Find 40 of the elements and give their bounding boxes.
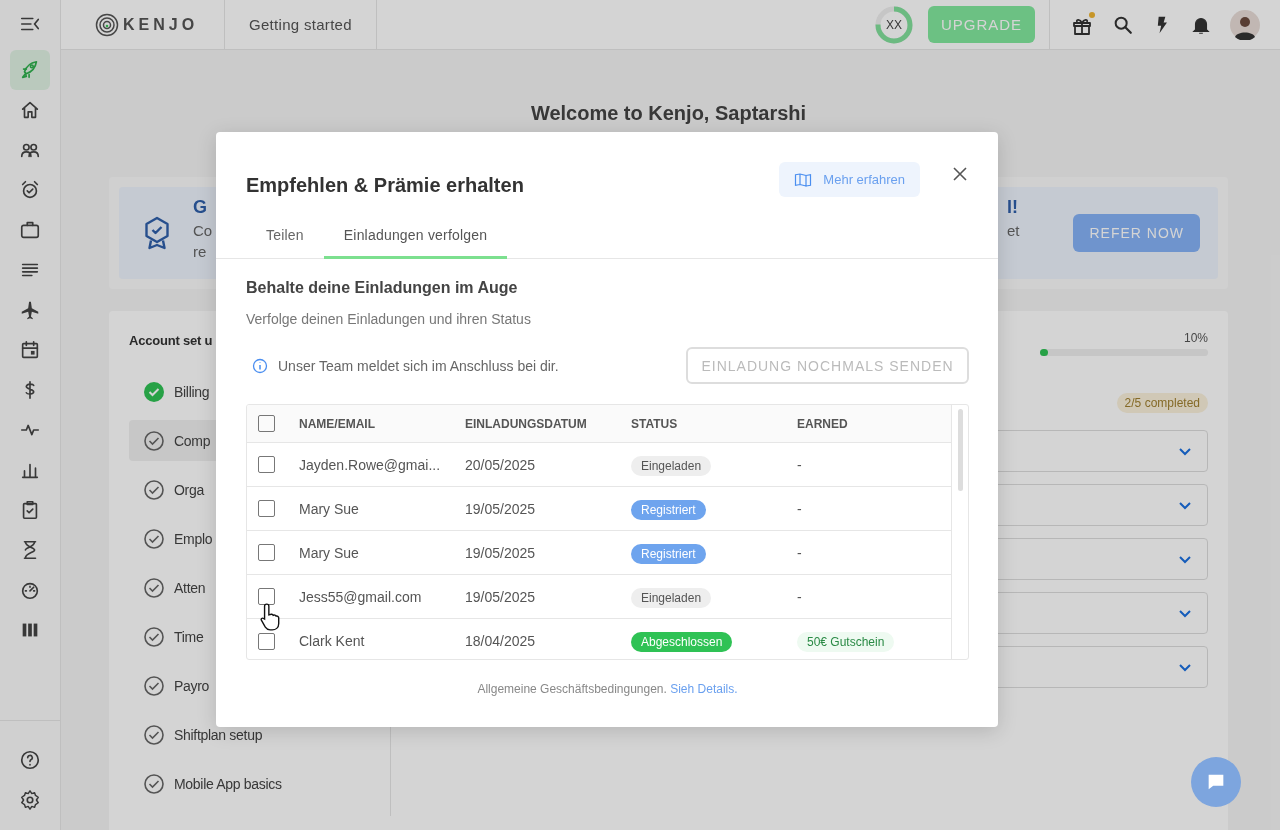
status-badge: Eingeladen: [631, 455, 712, 476]
terms-text: Allgemeine Geschäftsbedingungen. Sieh Details.: [477, 682, 738, 696]
completed-badge: 2/5 completed: [1116, 393, 1208, 413]
banner-title: l!: [1006, 197, 1019, 218]
table-cell: 19/05/2025: [465, 544, 536, 561]
progress-reading: 10%: [1183, 331, 1208, 345]
setup-title: Account set u: [129, 333, 214, 348]
section-heading: Behalte deine Einladungen im Auge: [246, 279, 519, 297]
page-title: Welcome to Kenjo, Saptarshi: [529, 102, 808, 125]
table-cell: Jess55@gmail.com: [299, 588, 422, 605]
column-header: STATUS: [631, 416, 678, 431]
column-header: NAME/EMAIL: [299, 416, 375, 431]
table-cell: Mary Sue: [299, 544, 359, 561]
reward-badge: 50€ Gutschein: [797, 632, 895, 652]
brand-name: KENJO: [123, 15, 199, 34]
banner-text: Co: [193, 222, 213, 239]
modal-title: Empfehlen & Prämie erhalten: [246, 173, 524, 197]
banner-title: G: [193, 197, 208, 218]
section-subheading: Verfolge deinen Einladungen und ihren Status: [246, 311, 532, 327]
status-badge: Registriert: [631, 543, 706, 564]
status-badge: Eingeladen: [631, 587, 712, 608]
table-cell: Jayden.Rowe@gmai...: [299, 456, 441, 473]
table-cell: Clark Kent: [299, 633, 365, 649]
banner-text: re: [193, 243, 208, 260]
table-cell: 20/05/2025: [465, 456, 536, 473]
table-cell: 18/04/2025: [465, 633, 536, 649]
column-header: EARNED: [797, 416, 848, 431]
banner-text: et: [1006, 222, 1020, 239]
info-text: Unser Team meldet sich im Anschluss bei dir.: [278, 357, 559, 374]
table-cell: -: [797, 500, 802, 517]
table-cell: -: [797, 588, 802, 605]
column-header: EINLADUNGSDATUM: [465, 416, 587, 431]
status-badge: Registriert: [631, 499, 706, 520]
initials: XX: [885, 17, 903, 32]
table-cell: -: [797, 544, 802, 561]
status-badge: Abgeschlossen: [631, 632, 733, 652]
table-cell: -: [797, 456, 802, 473]
table-cell: 19/05/2025: [465, 588, 536, 605]
table-cell: Mary Sue: [299, 500, 359, 517]
table-cell: 19/05/2025: [465, 500, 536, 517]
